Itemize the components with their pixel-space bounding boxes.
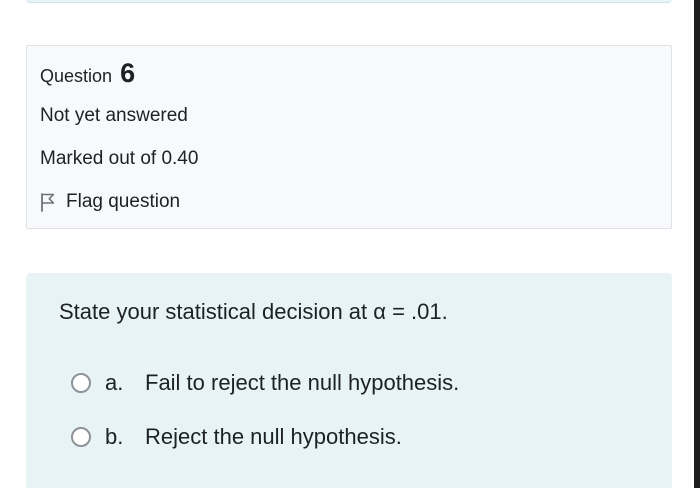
question-content-panel: State your statistical decision at α = .…: [26, 273, 672, 488]
previous-question-panel-edge: [26, 0, 672, 3]
flag-question-link[interactable]: Flag question: [40, 191, 180, 213]
flag-question-label: Flag question: [66, 191, 181, 212]
answer-letter-a: a.: [105, 370, 124, 395]
radio-unchecked-icon[interactable]: [71, 373, 91, 393]
flag-icon: [41, 193, 55, 212]
answer-option-a[interactable]: a. Fail to reject the null hypothesis.: [71, 370, 459, 396]
question-grade: Marked out of 0.40: [40, 148, 199, 169]
answer-text-a: Fail to reject the null hypothesis.: [145, 370, 460, 395]
answer-letter-b: b.: [105, 424, 124, 449]
quiz-page: Question 6 Not yet answered Marked out o…: [0, 0, 700, 488]
question-state: Not yet answered: [40, 105, 188, 126]
question-label: Question: [40, 66, 113, 86]
question-number: 6: [120, 58, 136, 88]
question-info-panel: Question 6 Not yet answered Marked out o…: [26, 45, 672, 229]
answer-option-b[interactable]: b. Reject the null hypothesis.: [71, 424, 402, 450]
question-heading: Question 6: [40, 58, 135, 89]
radio-unchecked-icon[interactable]: [71, 427, 91, 447]
answer-text-b: Reject the null hypothesis.: [145, 424, 402, 449]
question-text: State your statistical decision at α = .…: [59, 299, 448, 324]
window-scrollbar[interactable]: [694, 0, 700, 488]
